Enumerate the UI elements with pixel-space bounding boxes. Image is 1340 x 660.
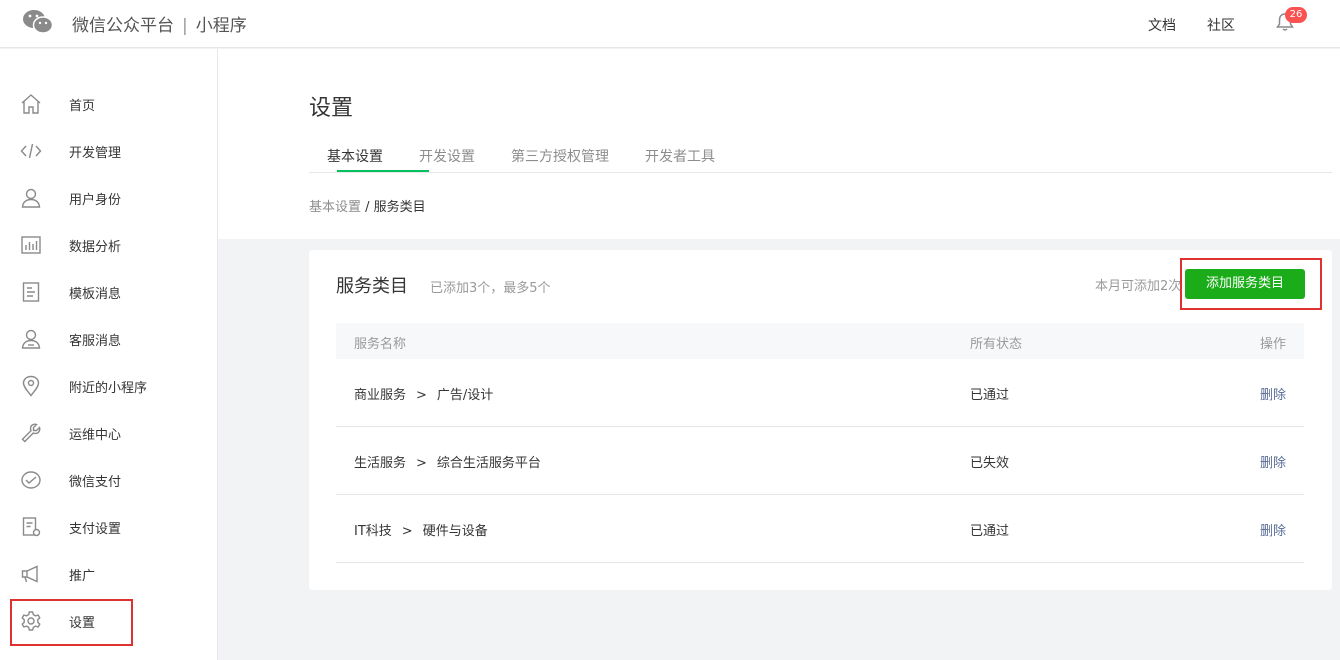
- brand-title[interactable]: 微信公众平台 | 小程序: [72, 11, 247, 36]
- tab-basic-settings[interactable]: 基本设置: [327, 146, 383, 166]
- column-header-action: 操作: [1259, 337, 1286, 352]
- page-title: 设置: [309, 96, 354, 121]
- brand-main: 微信公众平台: [72, 16, 174, 36]
- service-icon: [20, 328, 42, 350]
- column-header-name: 服务名称: [354, 337, 407, 352]
- brand-sub: 小程序: [195, 16, 247, 36]
- sidebar-item-operations-center[interactable]: 运维中心: [0, 415, 217, 451]
- tab-dev-settings[interactable]: 开发设置: [419, 146, 475, 166]
- brand-separator: |: [182, 16, 188, 36]
- sidebar-item-label: 推广: [69, 569, 96, 584]
- service-category-table: 服务名称 所有状态 操作 商业服务 > 广告/设计 已通过 删除 生活服务 > 综合生活…: [336, 323, 1304, 563]
- service-status: 已通过: [970, 524, 1010, 539]
- notification-badge: 26: [1285, 7, 1307, 23]
- document-icon: [20, 281, 42, 303]
- megaphone-icon: [20, 563, 42, 585]
- breadcrumb: 基本设置 / 服务类目: [309, 196, 426, 215]
- sidebar-item-label: 用户身份: [69, 193, 122, 208]
- sidebar-item-wechat-pay[interactable]: 微信支付: [0, 462, 217, 498]
- pay-icon: [20, 469, 42, 491]
- location-icon: [20, 375, 42, 397]
- service-name: IT科技 > 硬件与设备: [354, 524, 488, 539]
- docs-link[interactable]: 文档: [1148, 15, 1176, 35]
- sidebar-item-template-message[interactable]: 模板消息: [0, 274, 217, 310]
- sidebar-item-data-analysis[interactable]: 数据分析: [0, 227, 217, 263]
- service-name: 生活服务 > 综合生活服务平台: [354, 456, 541, 471]
- wrench-icon: [20, 422, 42, 444]
- settings-tabs: 基本设置 开发设置 第三方授权管理 开发者工具: [309, 137, 1332, 173]
- sidebar-item-customer-service[interactable]: 客服消息: [0, 321, 217, 357]
- delete-link[interactable]: 删除: [1260, 384, 1286, 403]
- delete-link[interactable]: 删除: [1260, 452, 1286, 471]
- wechat-logo-icon[interactable]: [22, 8, 54, 36]
- community-link[interactable]: 社区: [1207, 15, 1235, 35]
- sidebar-item-home[interactable]: 首页: [0, 86, 217, 122]
- table-row: IT科技 > 硬件与设备 已通过 删除: [336, 495, 1304, 563]
- button-highlight-box: [1180, 258, 1322, 310]
- main-content: 设置 基本设置 开发设置 第三方授权管理 开发者工具 基本设置 / 服务类目 服…: [218, 49, 1340, 660]
- service-status: 已失效: [970, 456, 1010, 471]
- sidebar-item-label: 模板消息: [69, 287, 122, 302]
- sidebar-item-label: 附近的小程序: [69, 381, 148, 396]
- sidebar-item-label: 运维中心: [69, 428, 122, 443]
- sidebar-item-label: 首页: [69, 99, 96, 114]
- chart-icon: [20, 234, 42, 256]
- table-header: 服务名称 所有状态 操作: [336, 323, 1304, 359]
- active-tab-underline: [337, 170, 429, 172]
- sidebar-item-label: 数据分析: [69, 240, 122, 255]
- sidebar-item-pay-settings[interactable]: 支付设置: [0, 509, 217, 545]
- user-icon: [20, 187, 42, 209]
- breadcrumb-current: 服务类目: [373, 200, 426, 215]
- top-bar: 微信公众平台 | 小程序 文档 社区 26: [0, 0, 1340, 48]
- tab-third-party-auth[interactable]: 第三方授权管理: [511, 146, 609, 166]
- code-icon: [20, 140, 42, 162]
- tab-developer-tools[interactable]: 开发者工具: [645, 146, 715, 166]
- service-name: 商业服务 > 广告/设计: [354, 388, 494, 403]
- selected-highlight-box: [10, 599, 133, 646]
- sidebar-item-label: 支付设置: [69, 522, 122, 537]
- card-title: 服务类目: [336, 276, 408, 297]
- sidebar: 首页 开发管理 用户身份 数据分析 模板消息 客服消息 附近的小程序 运维中心 …: [0, 49, 218, 660]
- column-header-status[interactable]: 所有状态: [970, 333, 1022, 352]
- sidebar-item-label: 开发管理: [69, 146, 122, 161]
- sidebar-item-label: 微信支付: [69, 475, 122, 490]
- monthly-quota-text: 本月可添加2次: [1095, 279, 1182, 294]
- sidebar-item-nearby-mini-programs[interactable]: 附近的小程序: [0, 368, 217, 404]
- sidebar-item-user-identity[interactable]: 用户身份: [0, 180, 217, 216]
- pay-settings-icon: [20, 516, 42, 538]
- breadcrumb-parent-link[interactable]: 基本设置: [309, 200, 361, 215]
- table-row: 商业服务 > 广告/设计 已通过 删除: [336, 359, 1304, 427]
- table-row: 生活服务 > 综合生活服务平台 已失效 删除: [336, 427, 1304, 495]
- delete-link[interactable]: 删除: [1260, 520, 1286, 539]
- service-status: 已通过: [970, 388, 1010, 403]
- breadcrumb-separator: /: [361, 200, 374, 215]
- sidebar-item-dev-management[interactable]: 开发管理: [0, 133, 217, 169]
- sidebar-item-promotion[interactable]: 推广: [0, 556, 217, 592]
- home-icon: [20, 93, 42, 115]
- service-category-card: 服务类目 已添加3个，最多5个 本月可添加2次 添加服务类目 服务名称 所有状态…: [309, 250, 1332, 590]
- card-subtitle: 已添加3个，最多5个: [430, 281, 551, 296]
- sidebar-item-label: 客服消息: [69, 334, 122, 349]
